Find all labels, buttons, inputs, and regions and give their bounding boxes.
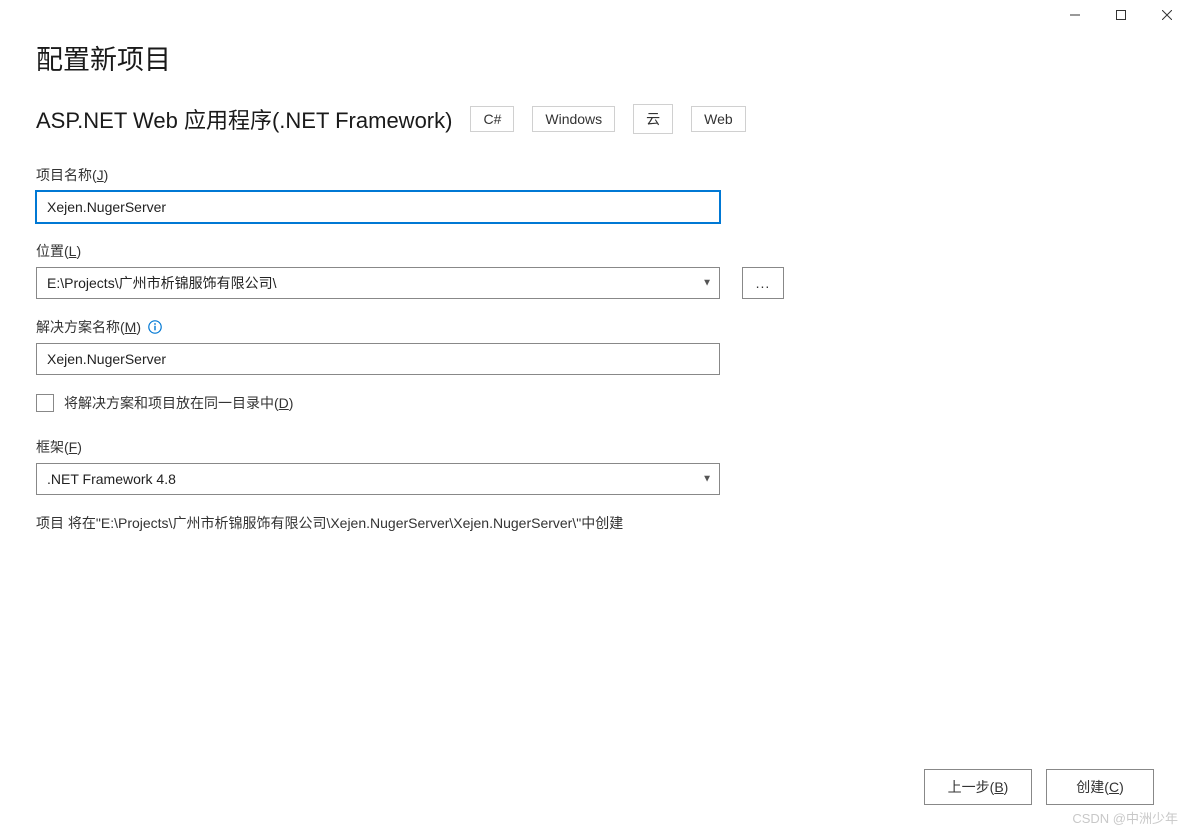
template-row: ASP.NET Web 应用程序(.NET Framework) C# Wind… — [36, 103, 1154, 135]
framework-label: 框架(F) — [36, 437, 1154, 457]
framework-input[interactable] — [36, 463, 720, 495]
maximize-icon — [1116, 10, 1126, 20]
solution-name-input[interactable] — [36, 343, 720, 375]
project-name-field: 项目名称(J) — [36, 165, 1154, 223]
info-icon[interactable] — [147, 319, 163, 335]
tag-csharp: C# — [470, 106, 514, 132]
tag-cloud: 云 — [633, 104, 673, 134]
maximize-button[interactable] — [1098, 0, 1144, 30]
location-combo[interactable]: ▼ — [36, 267, 720, 299]
minimize-button[interactable] — [1052, 0, 1098, 30]
dialog-content: 配置新项目 ASP.NET Web 应用程序(.NET Framework) C… — [0, 0, 1190, 533]
solution-name-field: 解决方案名称(M) — [36, 317, 1154, 375]
tag-web: Web — [691, 106, 746, 132]
project-name-label: 项目名称(J) — [36, 165, 1154, 185]
browse-button[interactable]: ... — [742, 267, 784, 299]
back-button[interactable]: 上一步(B) — [924, 769, 1032, 805]
same-directory-row: 将解决方案和项目放在同一目录中(D) — [36, 393, 1154, 413]
page-heading: 配置新项目 — [36, 38, 1154, 77]
tag-windows: Windows — [532, 106, 615, 132]
watermark: CSDN @中洲少年 — [1072, 808, 1178, 827]
location-label: 位置(L) — [36, 241, 1154, 261]
same-directory-label[interactable]: 将解决方案和项目放在同一目录中(D) — [64, 393, 293, 413]
dialog-footer: 上一步(B) 创建(C) — [924, 769, 1154, 805]
minimize-icon — [1070, 10, 1080, 20]
template-name: ASP.NET Web 应用程序(.NET Framework) — [36, 103, 452, 135]
solution-name-label: 解决方案名称(M) — [36, 317, 1154, 337]
framework-combo[interactable]: ▼ — [36, 463, 720, 495]
create-button[interactable]: 创建(C) — [1046, 769, 1154, 805]
project-name-input[interactable] — [36, 191, 720, 223]
framework-field: 框架(F) ▼ — [36, 437, 1154, 495]
location-field: 位置(L) ▼ ... — [36, 241, 1154, 299]
same-directory-checkbox[interactable] — [36, 394, 54, 412]
creation-path-info: 项目 将在"E:\Projects\广州市析锦服饰有限公司\Xejen.Nuge… — [36, 513, 1154, 533]
window-titlebar — [1052, 0, 1190, 30]
location-input[interactable] — [36, 267, 720, 299]
close-icon — [1162, 10, 1172, 20]
close-button[interactable] — [1144, 0, 1190, 30]
